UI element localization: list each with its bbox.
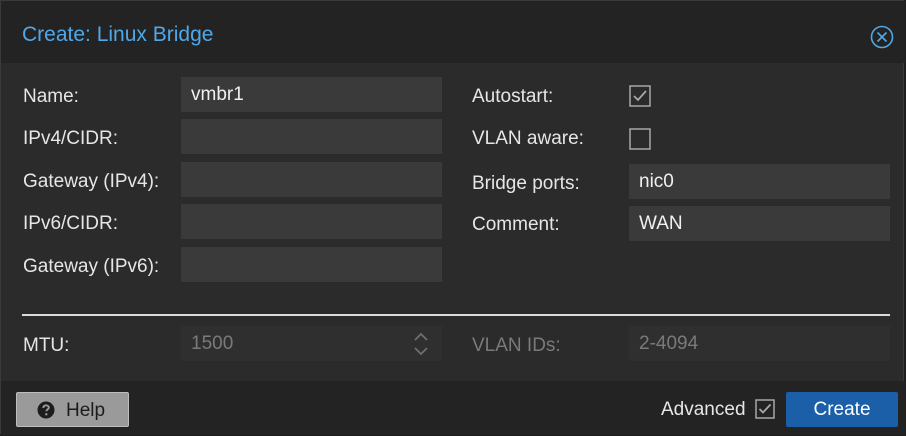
comment-label: Comment:	[472, 214, 560, 235]
advanced-checkbox[interactable]	[755, 399, 775, 419]
name-label: Name:	[23, 86, 79, 107]
bridge-ports-input[interactable]	[629, 164, 890, 199]
mtu-label: MTU:	[23, 335, 70, 356]
advanced-label: Advanced	[661, 399, 746, 420]
create-button[interactable]: Create	[786, 392, 898, 427]
gateway-ipv6-label: Gateway (IPv6):	[23, 256, 160, 277]
gateway-ipv4-input[interactable]	[181, 162, 442, 197]
help-button-label: Help	[66, 400, 106, 421]
advanced-divider	[22, 314, 890, 316]
autostart-label: Autostart:	[472, 86, 554, 107]
ipv6-cidr-label: IPv6/CIDR:	[23, 213, 119, 234]
question-circle-icon	[37, 401, 55, 419]
help-button[interactable]: Help	[16, 392, 129, 427]
bridge-ports-label: Bridge ports:	[472, 173, 580, 194]
dialog-title: Create: Linux Bridge	[22, 23, 214, 46]
vlan-ids-label: VLAN IDs:	[472, 335, 561, 356]
mtu-input[interactable]	[181, 326, 442, 361]
mtu-spinner-icon[interactable]	[411, 329, 431, 359]
vlan-aware-label: VLAN aware:	[472, 128, 584, 149]
ipv4-cidr-input[interactable]	[181, 119, 442, 154]
gateway-ipv6-input[interactable]	[181, 247, 442, 282]
vlan-ids-input[interactable]	[629, 326, 890, 361]
ipv6-cidr-input[interactable]	[181, 204, 442, 239]
vlan-aware-checkbox[interactable]	[629, 128, 651, 150]
dialog-titlebar: Create: Linux Bridge	[1, 1, 905, 63]
name-input[interactable]	[181, 77, 442, 112]
comment-input[interactable]	[629, 206, 890, 241]
autostart-checkbox[interactable]	[629, 85, 651, 107]
ipv4-cidr-label: IPv4/CIDR:	[23, 128, 119, 149]
create-linux-bridge-dialog: Create: Linux Bridge Name: IPv4/CIDR: Ga…	[0, 0, 905, 435]
gateway-ipv4-label: Gateway (IPv4):	[23, 171, 160, 192]
close-icon[interactable]	[870, 25, 894, 49]
